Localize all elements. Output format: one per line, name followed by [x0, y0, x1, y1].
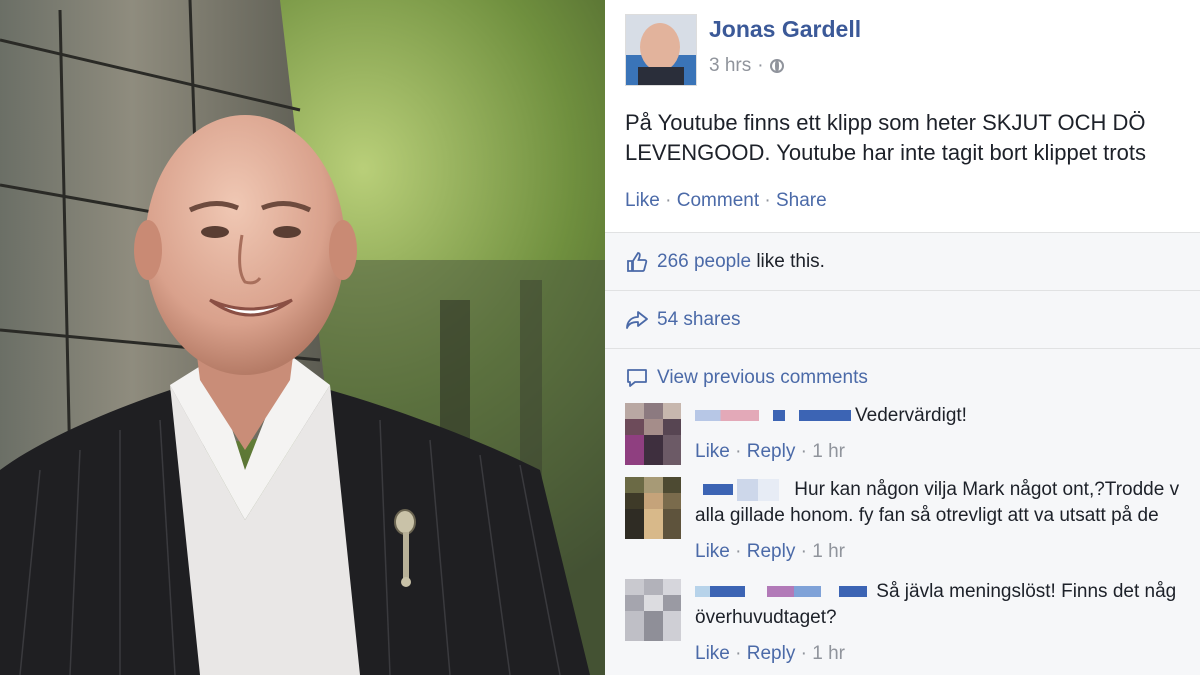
- author-name[interactable]: Jonas Gardell: [709, 16, 861, 43]
- post-meta: 3 hrs ·: [709, 55, 784, 77]
- post-text-line: På Youtube finns ett klipp som heter SKJ…: [625, 110, 1146, 135]
- post-text-line: LEVENGOOD. Youtube har inte tagit bort k…: [625, 140, 1146, 165]
- redacted-name: [695, 410, 759, 422]
- comment-reply-link[interactable]: Reply: [747, 541, 796, 562]
- author-avatar[interactable]: [625, 14, 697, 86]
- shares-link[interactable]: 54 shares: [657, 309, 740, 331]
- redacted-name: [703, 484, 733, 496]
- portrait-photo: [0, 0, 605, 675]
- redacted-name: [839, 586, 867, 598]
- feedback-area: 266 people like this. 54 shares View pre…: [605, 232, 1200, 675]
- likes-count-link[interactable]: 266 people: [657, 251, 751, 273]
- action-separator: ·: [764, 190, 771, 211]
- redacted-name: [773, 410, 785, 422]
- meta-separator: ·: [757, 55, 764, 76]
- comment-bubble-icon: [625, 366, 649, 390]
- comment-text: Vedervärdigt!: [695, 403, 967, 429]
- action-separator: ·: [800, 441, 807, 462]
- comment-reply-link[interactable]: Reply: [747, 643, 796, 664]
- like-link[interactable]: Like: [625, 190, 660, 211]
- comment-timestamp[interactable]: 1 hr: [812, 643, 845, 664]
- action-separator: ·: [800, 643, 807, 664]
- likes-text: like this.: [751, 250, 825, 272]
- action-separator: ·: [735, 541, 742, 562]
- post-timestamp[interactable]: 3 hrs: [709, 55, 751, 77]
- redacted-name: [767, 586, 821, 598]
- comment-text-line: Hur kan någon vilja Mark något ont,?Trod…: [794, 479, 1180, 500]
- comment-text-line: Så jävla meningslöst! Finns det någ: [876, 581, 1177, 602]
- share-link[interactable]: Share: [776, 190, 827, 211]
- comment-text-line: Vedervärdigt!: [855, 405, 967, 426]
- comment-text-line: överhuvudtaget?: [695, 607, 837, 628]
- comment-like-link[interactable]: Like: [695, 643, 730, 664]
- view-previous-comments-link[interactable]: View previous comments: [657, 367, 868, 389]
- post-actions: Like · Comment · Share: [625, 190, 827, 212]
- comment-like-link[interactable]: Like: [695, 541, 730, 562]
- thumbs-up-icon: [625, 250, 649, 274]
- action-separator: ·: [735, 643, 742, 664]
- redacted-name: [695, 586, 745, 598]
- comment-text: Hur kan någon vilja Mark något ont,?Trod…: [695, 477, 1179, 529]
- comment-item: Så jävla meningslöst! Finns det någ över…: [625, 579, 1200, 675]
- comment-item: Hur kan någon vilja Mark något ont,?Trod…: [625, 477, 1200, 577]
- action-separator: ·: [800, 541, 807, 562]
- comment-actions: Like · Reply · 1 hr: [695, 441, 845, 463]
- post-text: På Youtube finns ett klipp som heter SKJ…: [625, 108, 1200, 168]
- commenter-avatar[interactable]: [625, 477, 681, 539]
- commenter-avatar[interactable]: [625, 403, 681, 465]
- comment-actions: Like · Reply · 1 hr: [695, 643, 845, 665]
- comment-like-link[interactable]: Like: [695, 441, 730, 462]
- comment-timestamp[interactable]: 1 hr: [812, 441, 845, 462]
- action-separator: ·: [665, 190, 672, 211]
- redacted-name: [737, 478, 779, 501]
- commenter-avatar[interactable]: [625, 579, 681, 641]
- comment-reply-link[interactable]: Reply: [747, 441, 796, 462]
- comment-link[interactable]: Comment: [677, 190, 759, 211]
- comment-timestamp[interactable]: 1 hr: [812, 541, 845, 562]
- action-separator: ·: [735, 441, 742, 462]
- share-arrow-icon: [625, 308, 649, 332]
- comment-text-line: alla gillade honom. fy fan så otrevligt …: [695, 505, 1159, 526]
- globe-icon[interactable]: [769, 59, 784, 73]
- comment-text: Så jävla meningslöst! Finns det någ över…: [695, 579, 1176, 631]
- shares-row: 54 shares: [605, 291, 1200, 349]
- likes-row: 266 people like this.: [605, 233, 1200, 291]
- redacted-name: [799, 410, 851, 422]
- view-previous-row: View previous comments: [605, 349, 1200, 406]
- facebook-post: Jonas Gardell 3 hrs · På Youtube finns e…: [605, 0, 1200, 675]
- comment-actions: Like · Reply · 1 hr: [695, 541, 845, 563]
